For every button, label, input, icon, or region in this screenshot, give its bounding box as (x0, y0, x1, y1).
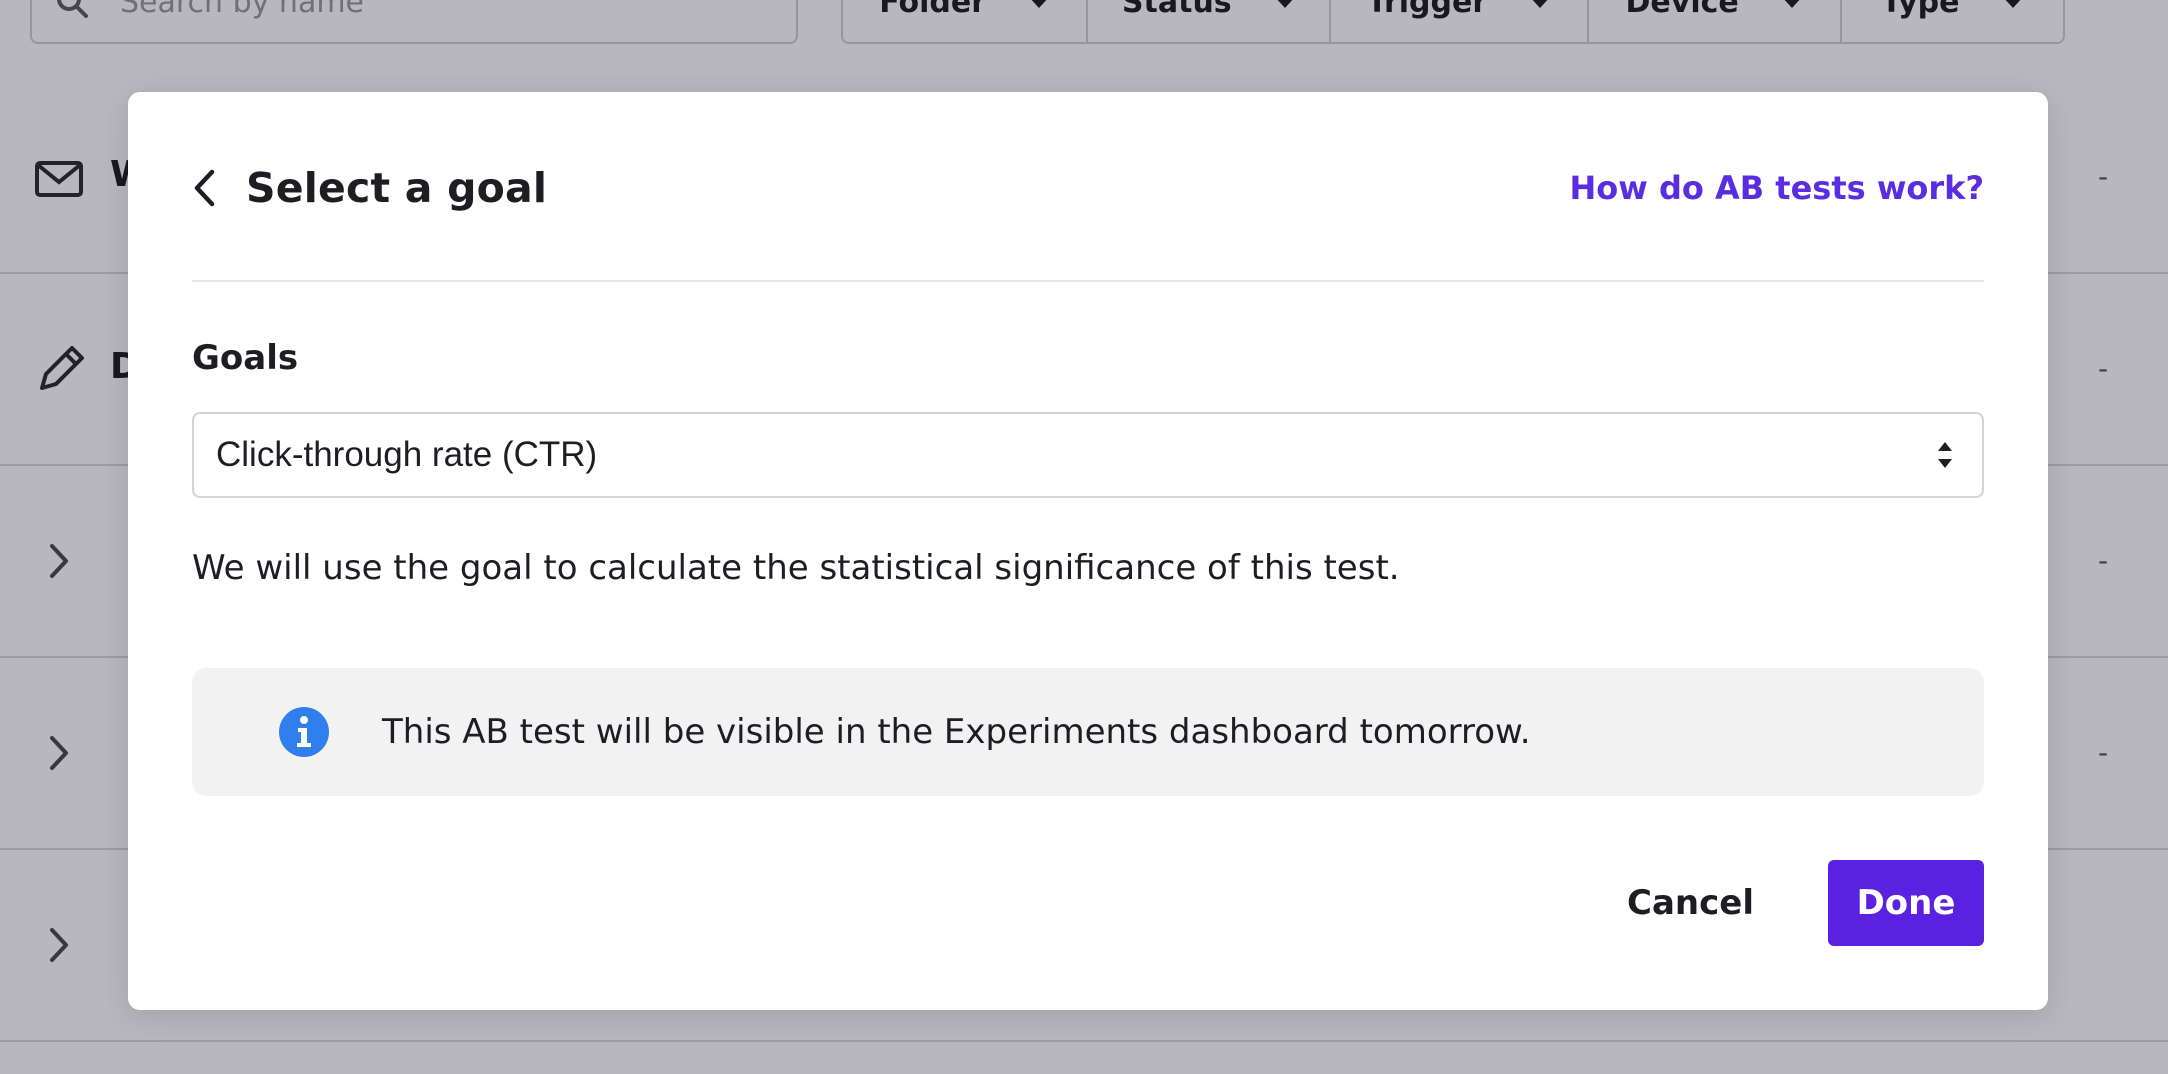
goals-label: Goals (192, 338, 299, 378)
title-wrap: Select a goal (192, 164, 547, 212)
done-button[interactable]: Done (1828, 860, 1984, 946)
page: Search by name Folder Status Trigger Dev… (0, 0, 2168, 1074)
dialog-title: Select a goal (246, 164, 548, 212)
info-icon (279, 707, 329, 757)
updown-arrows-icon (1938, 442, 1952, 468)
goal-select-value: Click-through rate (CTR) (216, 435, 598, 474)
goal-helper-text: We will use the goal to calculate the st… (192, 548, 1400, 588)
dialog-footer: Cancel Done (1627, 860, 1984, 946)
cancel-button[interactable]: Cancel (1627, 883, 1754, 923)
info-banner: This AB test will be visible in the Expe… (192, 668, 1984, 796)
goal-select[interactable]: Click-through rate (CTR) (192, 412, 1984, 498)
info-text: This AB test will be visible in the Expe… (382, 712, 1531, 752)
dialog-header: Select a goal How do AB tests work? (192, 92, 1984, 282)
select-goal-dialog: Select a goal How do AB tests work? Goal… (128, 92, 2048, 1010)
ab-tests-help-link[interactable]: How do AB tests work? (1570, 169, 1985, 207)
back-arrow-icon[interactable] (192, 166, 220, 210)
